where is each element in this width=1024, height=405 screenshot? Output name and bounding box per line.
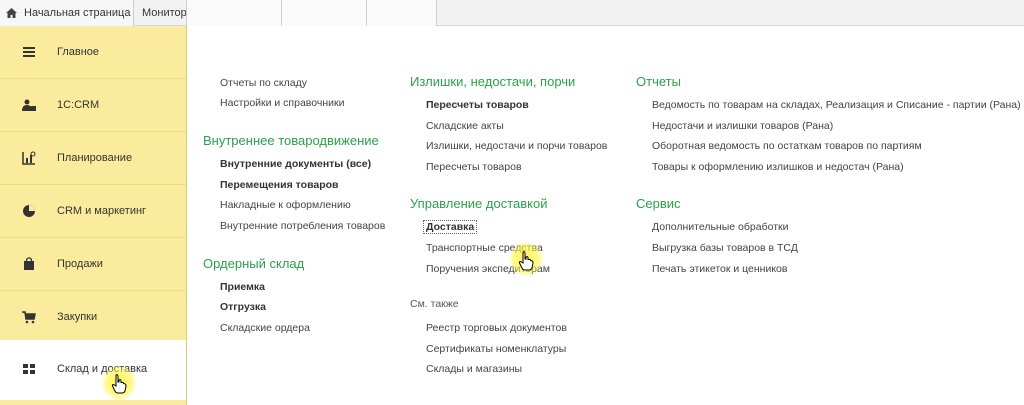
tab-home-label: Начальная страница [24, 7, 131, 19]
shopping-bag-icon [24, 257, 34, 270]
link-certificates[interactable]: Сертификаты номенклатуры [426, 343, 566, 355]
section-menu: Отчеты по складу Настройки и справочники… [187, 26, 1024, 405]
sidebar-item-main[interactable]: Главное [0, 26, 186, 78]
link-report-stock-statement[interactable]: Ведомость по товарам на складах, Реализа… [652, 99, 1021, 111]
cart-icon [22, 311, 36, 324]
tab-empty[interactable] [282, 0, 367, 26]
link-delivery[interactable]: Доставка [422, 220, 478, 234]
link-receiving[interactable]: Приемка [220, 281, 265, 293]
sidebar-item-label: Склад и доставка [57, 363, 148, 375]
sidebar-item-label: Продажи [57, 258, 103, 270]
group-header-internal: Внутреннее товародвижение [203, 133, 379, 148]
sidebar-item-crm[interactable]: 1С:CRM [0, 79, 186, 131]
planning-chart-icon [22, 151, 36, 165]
link-export-tsd[interactable]: Выгрузка базы товаров в ТСД [652, 242, 798, 254]
link-print-labels[interactable]: Печать этикеток и ценников [652, 263, 787, 275]
sidebar-item-label: CRM и маркетинг [57, 205, 147, 217]
link-warehouse-orders[interactable]: Складские ордера [220, 322, 310, 334]
link-report-turnover[interactable]: Оборотная ведомость по остаткам товаров … [652, 140, 922, 152]
menu-lines-icon [23, 47, 35, 57]
link-trade-docs-registry[interactable]: Реестр торговых документов [426, 322, 567, 334]
link-warehouse-acts[interactable]: Складские акты [426, 120, 504, 132]
link-surplus-shortage[interactable]: Излишки, недостачи и порчи товаров [426, 140, 607, 152]
sidebar-item-planning[interactable]: Планирование [0, 132, 186, 184]
see-also-label: См. также [410, 298, 459, 310]
link-shipping[interactable]: Отгрузка [220, 301, 266, 313]
link-internal-docs[interactable]: Внутренние документы (все) [220, 158, 371, 170]
sidebar-item-crm-marketing[interactable]: CRM и маркетинг [0, 185, 186, 237]
group-header-delivery: Управление доставкой [410, 196, 548, 211]
sidebar-item-label: Главное [57, 46, 100, 58]
link-settings[interactable]: Настройки и справочники [220, 97, 344, 109]
sidebar-item-label: Планирование [57, 152, 133, 164]
home-icon [6, 8, 17, 18]
sidebar-item-sales[interactable]: Продажи [0, 238, 186, 290]
hand-cursor-icon [518, 251, 534, 271]
link-report-shortages[interactable]: Недостачи и излишки товаров (Рана) [652, 120, 833, 132]
users-icon [22, 99, 36, 111]
tab-monitor-label: Монитор [142, 7, 187, 19]
link-internal-consumption[interactable]: Внутренние потребления товаров [220, 220, 385, 232]
group-header-service: Сервис [636, 196, 681, 211]
group-header-reports: Отчеты [636, 74, 681, 89]
warehouse-grid-icon [23, 364, 35, 374]
pie-chart-icon [23, 205, 35, 217]
sidebar-item-label: Закупки [57, 311, 98, 323]
sidebar-item-warehouse[interactable]: Склад и доставка [0, 340, 186, 400]
hand-cursor-icon [111, 374, 127, 394]
link-report-goods-pending[interactable]: Товары к оформлению излишков и недостач … [652, 161, 904, 173]
link-transfers[interactable]: Перемещения товаров [220, 179, 339, 191]
link-additional-processing[interactable]: Дополнительные обработки [652, 221, 788, 233]
link-stores[interactable]: Склады и магазины [426, 363, 522, 375]
tab-empty[interactable] [367, 0, 437, 26]
link-recounts-2[interactable]: Пересчеты товаров [426, 161, 522, 173]
sidebar-item-label: 1С:CRM [57, 99, 100, 111]
group-header-order-warehouse: Ордерный склад [203, 256, 305, 271]
tab-bar: Начальная страница Монитор [0, 0, 1024, 26]
link-warehouse-reports[interactable]: Отчеты по складу [220, 77, 307, 89]
tab-empty[interactable] [187, 0, 282, 26]
tab-home[interactable]: Начальная страница [0, 0, 134, 26]
sidebar: Главное 1С:CRM Планирование CRM и маркет… [0, 26, 187, 405]
sidebar-item-purchases[interactable]: Закупки [0, 291, 186, 343]
group-header-surplus: Излишки, недостачи, порчи [410, 74, 576, 89]
link-recounts[interactable]: Пересчеты товаров [426, 99, 529, 111]
tab-monitor[interactable]: Монитор [134, 0, 187, 26]
link-invoices-pending[interactable]: Накладные к оформлению [220, 199, 351, 211]
